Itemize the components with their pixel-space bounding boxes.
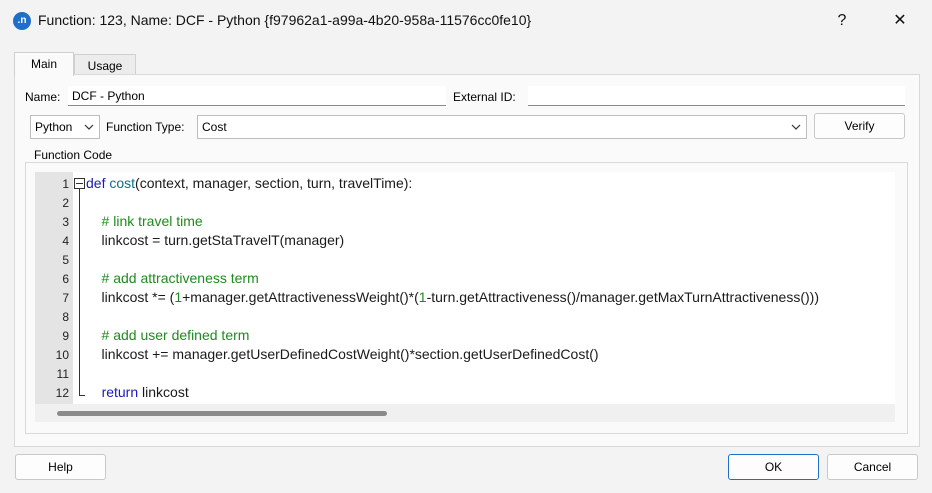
code-line: return linkcost — [101, 384, 189, 400]
chevron-down-icon — [791, 124, 801, 130]
name-field[interactable]: DCF - Python — [68, 86, 446, 106]
app-icon: .n — [13, 12, 31, 30]
line-number: 6 — [62, 272, 69, 286]
code-line: linkcost += manager.getUserDefinedCostWe… — [86, 346, 599, 362]
horizontal-scrollbar[interactable] — [35, 404, 895, 422]
line-number: 5 — [62, 253, 69, 267]
language-select-value: Python — [35, 120, 73, 134]
external-id-field[interactable] — [528, 86, 905, 106]
function-code-title: Function Code — [31, 148, 116, 162]
fold-line — [79, 189, 80, 396]
code-line: def cost(context, manager, section, turn… — [86, 175, 413, 191]
fold-end — [79, 395, 85, 396]
external-id-label: External ID: — [453, 90, 516, 104]
line-number: 7 — [62, 291, 69, 305]
code-line: linkcost *= (1+manager.getAttractiveness… — [86, 289, 819, 305]
line-number: 12 — [55, 386, 69, 400]
ok-button[interactable]: OK — [728, 454, 819, 480]
window-title: Function: 123, Name: DCF - Python {f9796… — [38, 12, 532, 28]
line-number: 3 — [62, 215, 69, 229]
close-icon[interactable]: ✕ — [880, 8, 920, 34]
line-number: 10 — [55, 348, 69, 362]
help-icon[interactable]: ? — [822, 8, 862, 34]
line-number: 4 — [62, 234, 69, 248]
line-number: 2 — [62, 196, 69, 210]
function-type-label: Function Type: — [106, 120, 185, 134]
chevron-down-icon — [84, 124, 94, 130]
code-line: # link travel time — [86, 213, 203, 229]
line-number: 11 — [56, 367, 69, 381]
help-button[interactable]: Help — [15, 454, 106, 480]
code-line: # add user defined term — [86, 327, 250, 343]
title-bar: .n Function: 123, Name: DCF - Python {f9… — [0, 0, 932, 42]
code-editor[interactable]: 1 def cost(context, manager, section, tur… — [35, 172, 895, 422]
line-number: 9 — [62, 329, 69, 343]
line-number: 1 — [62, 177, 69, 191]
scrollbar-thumb[interactable] — [57, 411, 387, 416]
name-label: Name: — [25, 90, 61, 104]
function-type-select[interactable]: Cost — [197, 115, 807, 139]
verify-button[interactable]: Verify — [814, 113, 905, 139]
code-line: # add attractiveness term — [86, 270, 259, 286]
language-select[interactable]: Python — [30, 115, 100, 139]
fold-toggle-icon[interactable] — [74, 178, 85, 189]
function-type-value: Cost — [202, 120, 227, 134]
tab-main[interactable]: Main — [14, 52, 74, 76]
line-number: 8 — [62, 310, 69, 324]
cancel-button[interactable]: Cancel — [827, 454, 918, 480]
code-line: linkcost = turn.getStaTravelT(manager) — [86, 232, 345, 248]
